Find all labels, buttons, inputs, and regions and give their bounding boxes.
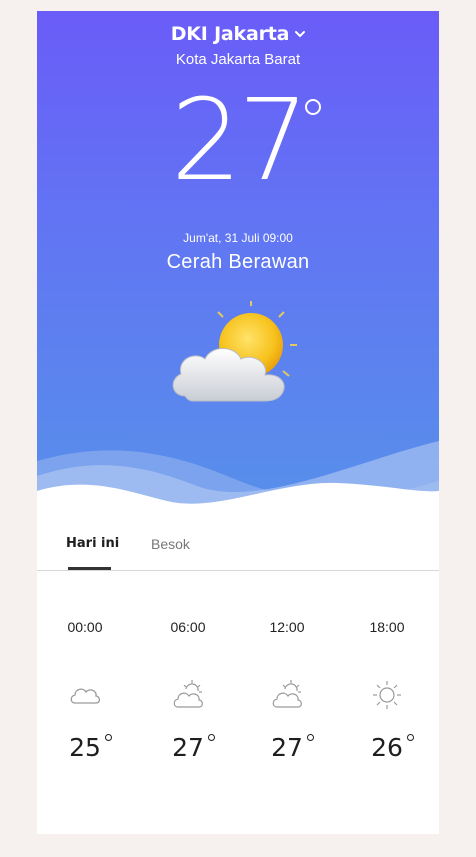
hour-temperature: 27	[172, 733, 215, 762]
tab-divider	[37, 570, 439, 571]
hour-temp-value: 25	[69, 733, 101, 762]
hour-time: 18:00	[369, 619, 405, 635]
hour-temp-value: 27	[271, 733, 303, 762]
hourly-item: 00:00 25	[40, 619, 130, 762]
degree-symbol	[305, 99, 321, 115]
hour-temp-value: 27	[172, 733, 204, 762]
tab-tomorrow[interactable]: Besok	[151, 536, 190, 552]
sun-behind-cloud-icon	[172, 301, 297, 402]
chevron-down-icon[interactable]	[295, 30, 306, 38]
degree-symbol	[104, 734, 112, 741]
tab-today[interactable]: Hari ini	[66, 536, 119, 551]
degree-symbol	[306, 734, 314, 741]
cloud-icon	[40, 677, 130, 713]
hour-temperature: 27	[271, 733, 314, 762]
sun-icon	[342, 677, 432, 713]
current-temperature: 27	[170, 76, 310, 206]
weather-app: DKI Jakarta Kota Jakarta Barat 27 Jum'at…	[37, 11, 439, 834]
city-selector[interactable]: DKI Jakarta	[37, 23, 439, 45]
partly-cloudy-icon	[143, 677, 233, 713]
hour-temperature: 26	[371, 733, 414, 762]
hourly-forecast: 00:00 25 06:00 27 12:00 27 18:00 26	[37, 619, 439, 799]
city-name[interactable]: DKI Jakarta	[171, 23, 290, 45]
hour-temperature: 25	[69, 733, 112, 762]
current-datetime: Jum'at, 31 Juli 09:00	[183, 231, 293, 245]
hour-temp-value: 26	[371, 733, 403, 762]
degree-symbol	[207, 734, 215, 741]
weather-hero: DKI Jakarta Kota Jakarta Barat 27 Jum'at…	[37, 11, 439, 521]
hourly-item: 18:00 26	[342, 619, 432, 762]
subregion-label: Kota Jakarta Barat	[175, 51, 301, 68]
hourly-item: 06:00 27	[143, 619, 233, 762]
hour-time: 12:00	[269, 619, 305, 635]
partly-cloudy-icon	[242, 677, 332, 713]
wave-decoration	[37, 441, 439, 521]
hour-time: 00:00	[67, 619, 103, 635]
hour-time: 06:00	[170, 619, 206, 635]
degree-symbol	[406, 734, 414, 741]
weather-condition: Cerah Berawan	[166, 251, 310, 273]
hourly-item: 12:00 27	[242, 619, 332, 762]
